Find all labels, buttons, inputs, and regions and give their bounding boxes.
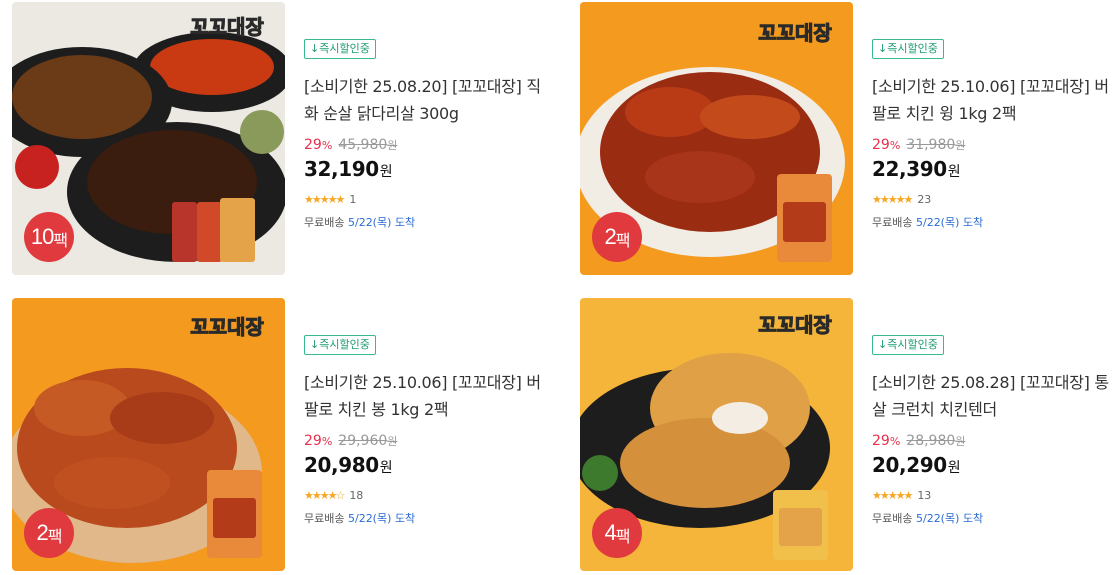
delivery-info: 무료배송 5/22(목) 도착	[304, 216, 416, 229]
instant-discount-badge: ↓즉시할인중	[872, 39, 944, 59]
delivery-info: 무료배송 5/22(목) 도착	[872, 512, 984, 525]
pack-count-badge: 2팩	[592, 212, 642, 262]
product-title[interactable]: [소비기한 25.10.06] [꼬꼬대장] 버팔로 치킨 윙 1kg 2팩	[872, 73, 1116, 127]
pack-count-badge: 10 팩	[24, 212, 74, 262]
discount-rate: 29%	[304, 137, 333, 153]
product-image[interactable]: 꼬꼬대장 2팩	[580, 2, 853, 275]
arrival-date: 5/22(목) 도착	[915, 216, 984, 229]
review-count: 13	[917, 489, 932, 502]
brand-logo: 꼬꼬대장	[758, 21, 832, 45]
rating-stars-icon: ★★★★★	[872, 193, 913, 206]
rating-stars-icon: ★★★★★	[872, 489, 913, 502]
product-title[interactable]: [소비기한 25.08.20] [꼬꼬대장] 직화 순살 닭다리살 300g	[304, 73, 552, 127]
pack-count-badge: 4팩	[592, 508, 642, 558]
product-card[interactable]: 꼬꼬대장 2팩 ↓즉시할인중 [소비기한 25.10.06] [꼬꼬대장] 버팔…	[12, 298, 552, 573]
arrival-date: 5/22(목) 도착	[347, 216, 416, 229]
original-price: 31,980원	[906, 137, 966, 153]
arrival-date: 5/22(목) 도착	[915, 512, 984, 525]
review-count: 1	[349, 193, 357, 206]
sale-price: 20,980 원	[304, 453, 393, 477]
pack-count-badge: 2팩	[24, 508, 74, 558]
product-title[interactable]: [소비기한 25.10.06] [꼬꼬대장] 버팔로 치킨 봉 1kg 2팩	[304, 369, 552, 423]
arrival-date: 5/22(목) 도착	[347, 512, 416, 525]
review-count: 18	[349, 489, 364, 502]
product-card[interactable]: 꼬꼬대장 10 팩 ↓즉시할인중 [소비기한 25.08.20] [꼬꼬대장] 직…	[12, 2, 552, 277]
product-title[interactable]: [소비기한 25.08.28] [꼬꼬대장] 통살 크런치 치킨텐더	[872, 369, 1116, 423]
brand-logo: 꼬꼬대장	[190, 315, 264, 339]
delivery-info: 무료배송 5/22(목) 도착	[304, 512, 416, 525]
product-image[interactable]: 꼬꼬대장 4팩	[580, 298, 853, 571]
product-image[interactable]: 꼬꼬대장 10 팩	[12, 2, 285, 275]
instant-discount-badge: ↓즉시할인중	[304, 39, 376, 59]
brand-logo: 꼬꼬대장	[190, 15, 264, 39]
discount-rate: 29%	[304, 433, 333, 449]
product-card[interactable]: 꼬꼬대장 2팩 ↓즉시할인중 [소비기한 25.10.06] [꼬꼬대장] 버팔…	[580, 2, 1116, 277]
product-card[interactable]: 꼬꼬대장 4팩 ↓즉시할인중 [소비기한 25.08.28] [꼬꼬대장] 통살…	[580, 298, 1116, 573]
instant-discount-badge: ↓즉시할인중	[872, 335, 944, 355]
original-price: 29,960원	[338, 433, 398, 449]
product-image[interactable]: 꼬꼬대장 2팩	[12, 298, 285, 571]
brand-logo: 꼬꼬대장	[758, 313, 832, 337]
original-price: 28,980원	[906, 433, 966, 449]
instant-discount-badge: ↓즉시할인중	[304, 335, 376, 355]
original-price: 45,980원	[338, 137, 398, 153]
discount-rate: 29%	[872, 137, 901, 153]
discount-rate: 29%	[872, 433, 901, 449]
sale-price: 32,190 원	[304, 157, 393, 181]
sale-price: 20,290 원	[872, 453, 961, 477]
delivery-info: 무료배송 5/22(목) 도착	[872, 216, 984, 229]
sale-price: 22,390 원	[872, 157, 961, 181]
rating-stars-icon: ★★★★★	[304, 193, 345, 206]
rating-stars-icon: ★★★★☆	[304, 489, 345, 502]
review-count: 23	[917, 193, 932, 206]
